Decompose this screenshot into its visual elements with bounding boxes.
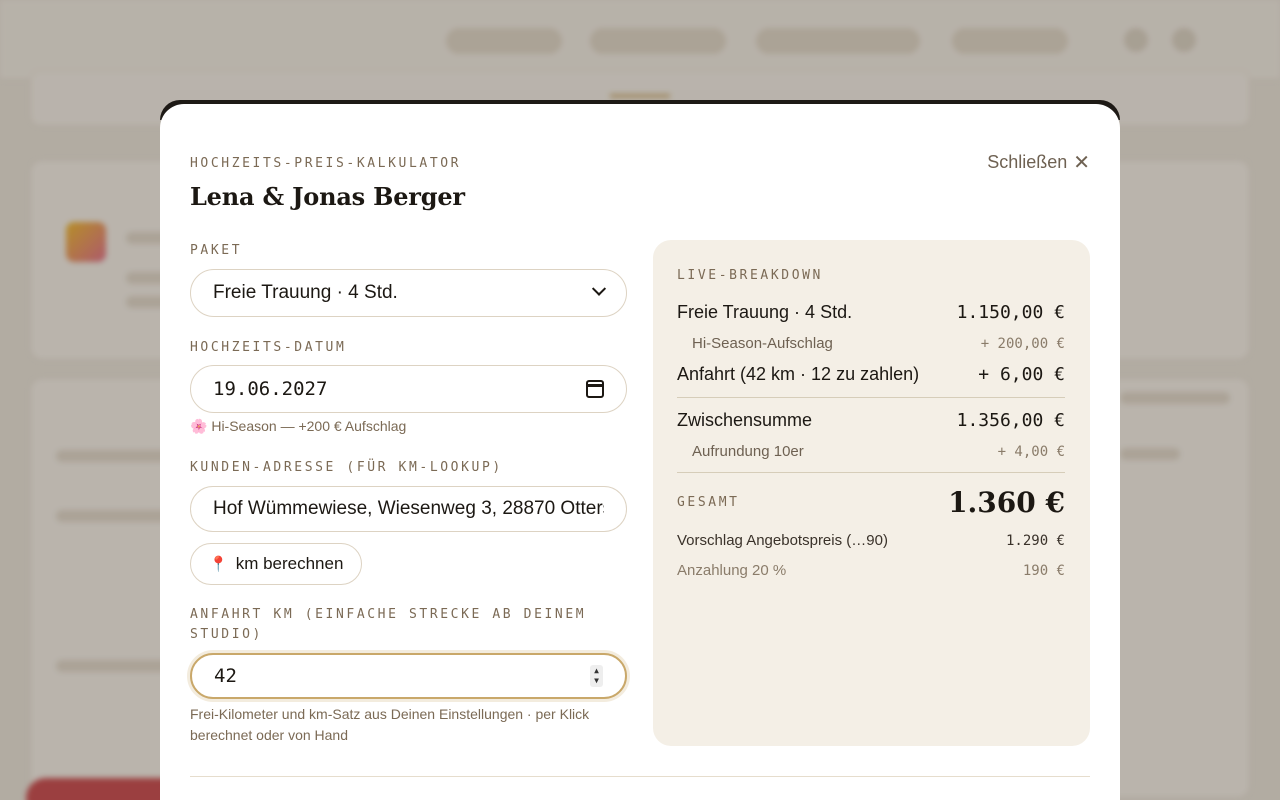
- package-select[interactable]: Freie Trauung · 4 Std.: [190, 269, 627, 317]
- subtotal-label: Zwischensumme: [677, 410, 813, 430]
- close-icon: ✕: [1073, 151, 1090, 174]
- breakdown-rounding: Aufrundung 10er + 4,00 €: [677, 443, 1065, 460]
- number-stepper[interactable]: ▲ ▼: [590, 665, 603, 687]
- offer-label: Vorschlag Angebotspreis (…90): [677, 532, 888, 549]
- total-label: GESAMT: [677, 495, 740, 510]
- deposit-amount: 190 €: [1022, 563, 1065, 579]
- pin-icon: 📍: [209, 556, 228, 573]
- breakdown-line-package: Freie Trauung · 4 Std. 1.150,00 €: [677, 302, 1065, 323]
- deposit-label: Anzahlung 20 %: [677, 562, 787, 579]
- line-label: Anfahrt (42 km · 12 zu zahlen): [677, 364, 920, 384]
- customer-address-input[interactable]: Hof Wümmewiese, Wiesenweg 3, 28870 Otter…: [190, 486, 627, 532]
- rounding-amount: + 4,00 €: [997, 444, 1065, 460]
- modal-title: Lena & Jonas Berger: [190, 182, 465, 211]
- breakdown-offer: Vorschlag Angebotspreis (…90) 1.290 €: [677, 532, 1065, 549]
- line-amount: 1.150,00 €: [956, 302, 1065, 323]
- close-label: Schließen: [987, 152, 1068, 172]
- breakdown-line-season: Hi-Season-Aufschlag + 200,00 €: [677, 335, 1065, 352]
- breakdown-eyebrow: LIVE-BREAKDOWN: [677, 268, 823, 283]
- price-calculator-modal: HOCHZEITS-PREIS-KALKULATOR Lena & Jonas …: [160, 104, 1120, 800]
- stepper-up-icon[interactable]: ▲: [594, 667, 599, 675]
- distance-km-input[interactable]: 42 ▲ ▼: [190, 653, 627, 699]
- line-label: Hi-Season-Aufschlag: [692, 335, 833, 352]
- breakdown-total: GESAMT 1.360 €: [677, 486, 1065, 519]
- live-breakdown-panel: LIVE-BREAKDOWN Freie Trauung · 4 Std. 1.…: [653, 240, 1090, 746]
- season-hint-text: Hi-Season — +200 € Aufschlag: [211, 418, 407, 434]
- date-label: HOCHZEITS-DATUM: [190, 340, 347, 355]
- close-button[interactable]: Schließen ✕: [987, 152, 1090, 173]
- calculate-km-label: km berechnen: [235, 554, 344, 573]
- calendar-icon[interactable]: [586, 380, 604, 398]
- address-label: KUNDEN-ADRESSE (FÜR KM-LOOKUP): [190, 460, 503, 475]
- breakdown-divider: [677, 397, 1065, 398]
- line-amount: + 6,00 €: [978, 364, 1065, 385]
- total-amount: 1.360 €: [948, 486, 1065, 519]
- package-label: PAKET: [190, 243, 243, 258]
- stepper-down-icon[interactable]: ▼: [594, 677, 599, 685]
- wedding-date-input[interactable]: 19.06.2027: [190, 365, 627, 413]
- chevron-down-icon: [591, 281, 607, 296]
- distance-km-value: 42: [214, 665, 237, 687]
- line-amount: + 200,00 €: [980, 336, 1065, 352]
- breakdown-deposit: Anzahlung 20 % 190 €: [677, 562, 1065, 579]
- rounding-label: Aufrundung 10er: [692, 443, 804, 460]
- package-select-value: Freie Trauung · 4 Std.: [213, 282, 398, 303]
- subtotal-amount: 1.356,00 €: [956, 410, 1065, 431]
- flower-icon: 🌸: [190, 418, 208, 434]
- modal-divider: [190, 776, 1090, 777]
- distance-help-text: Frei-Kilometer und km-Satz aus Deinen Ei…: [190, 706, 590, 743]
- distance-label: ANFAHRT KM (EINFACHE STRECKE AB DEINEM S…: [190, 607, 587, 642]
- calculate-km-button[interactable]: 📍 km berechnen: [190, 543, 363, 585]
- offer-amount: 1.290 €: [1005, 533, 1065, 549]
- customer-address-value: Hof Wümmewiese, Wiesenweg 3, 28870 Otter…: [213, 498, 604, 519]
- season-hint: 🌸 Hi-Season — +200 € Aufschlag: [190, 418, 406, 435]
- breakdown-divider: [677, 472, 1065, 473]
- modal-eyebrow: HOCHZEITS-PREIS-KALKULATOR: [190, 156, 462, 171]
- wedding-date-value: 19.06.2027: [213, 378, 328, 400]
- breakdown-line-travel: Anfahrt (42 km · 12 zu zahlen) + 6,00 €: [677, 364, 1065, 385]
- line-label: Freie Trauung · 4 Std.: [677, 302, 853, 322]
- breakdown-subtotal: Zwischensumme 1.356,00 €: [677, 410, 1065, 431]
